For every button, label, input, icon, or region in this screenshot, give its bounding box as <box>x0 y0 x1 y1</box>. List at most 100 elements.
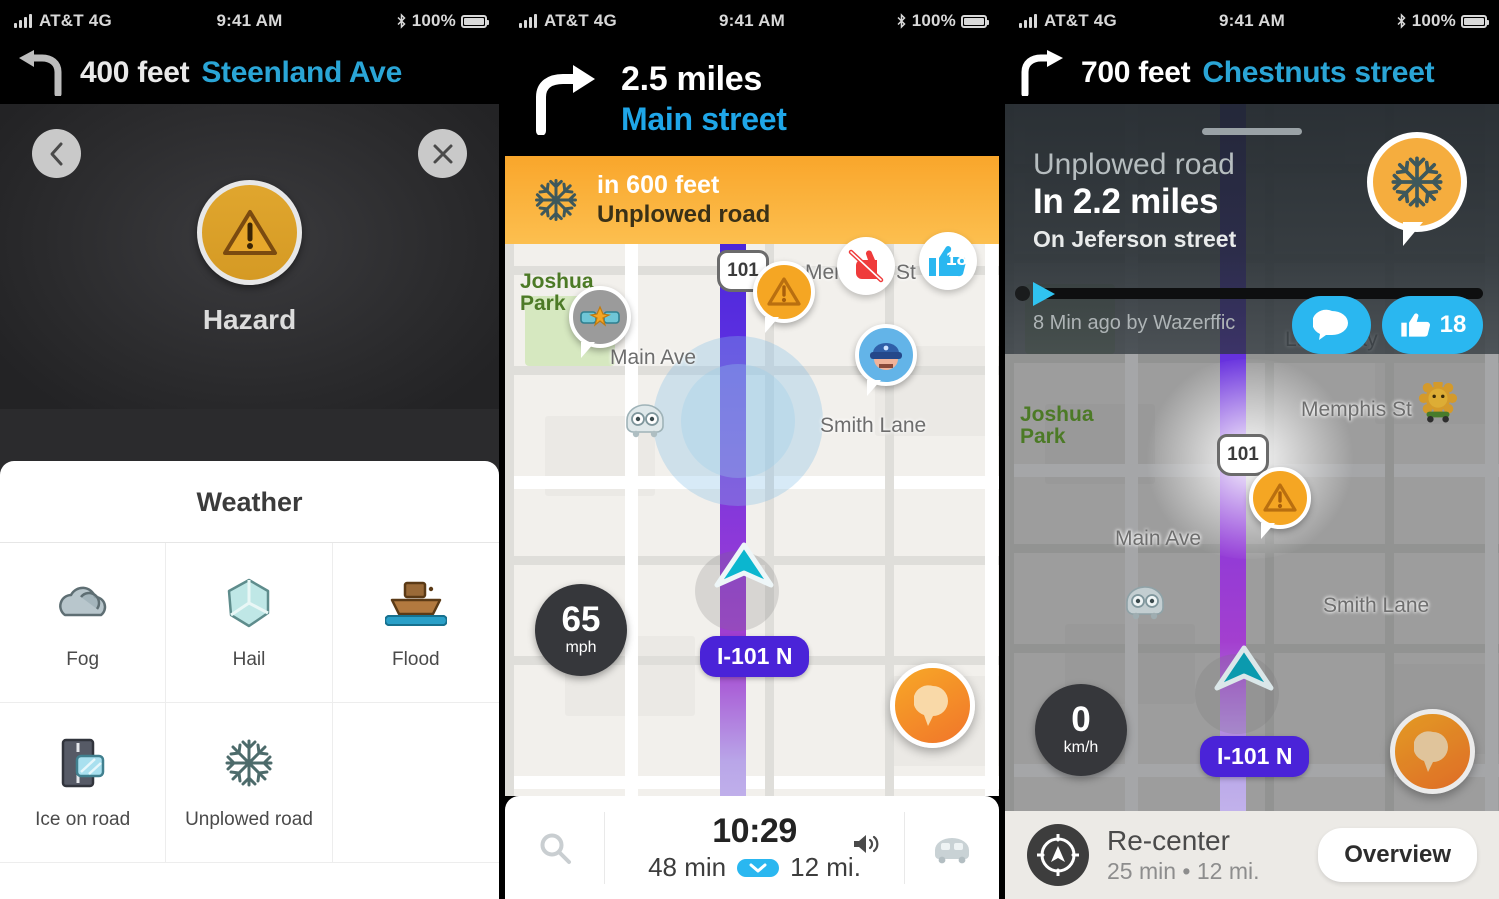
weather-sheet: Weather Fog Hail Flood Ice on road Unplo… <box>0 461 499 899</box>
route-badge: I-101 N <box>1200 736 1310 777</box>
hazard-triangle-icon <box>767 277 801 306</box>
eta-distance: 12 mi. <box>790 852 861 882</box>
battery-icon <box>461 14 489 28</box>
alert-banner-texts: in 600 feet Unplowed road <box>597 171 770 229</box>
weather-option-ice-on-road[interactable]: Ice on road <box>0 703 167 863</box>
bluetooth-icon <box>1397 13 1406 29</box>
speedometer: 65 mph <box>535 584 627 676</box>
alert-distance: in 600 feet <box>597 171 720 199</box>
thumbs-up-icon <box>1400 313 1430 337</box>
play-triangle-icon[interactable] <box>1033 282 1055 306</box>
alert-kind: Unplowed road <box>1033 148 1235 181</box>
speaker-button[interactable] <box>852 832 882 861</box>
flood-boat-icon <box>384 575 447 631</box>
crash-icon <box>580 305 620 327</box>
search-button[interactable] <box>505 811 605 884</box>
bottom-bar: 10:29 48 min 12 mi. <box>505 796 999 899</box>
battery-icon <box>961 14 989 28</box>
thumbs-up-count: 18 <box>946 249 968 270</box>
panel-report-weather: AT&T 4G 9:41 AM 100% 400 feet Steenland … <box>0 0 499 899</box>
highway-shield-101: 101 <box>1217 434 1269 476</box>
battery-icon <box>1461 14 1489 28</box>
turn-left-arrow-icon <box>19 50 62 96</box>
bottom-bar: Re-center 25 min • 12 mi. Overview <box>1005 811 1499 899</box>
status-bar: AT&T 4G 9:41 AM 100% <box>505 0 999 42</box>
report-button[interactable] <box>890 663 975 748</box>
report-pin-icon <box>913 684 948 726</box>
report-category: Hazard <box>0 180 499 336</box>
back-button[interactable] <box>32 129 81 178</box>
weather-option-label: Flood <box>392 648 440 670</box>
alert-pin-badge <box>1367 132 1467 246</box>
thumbs-up-button[interactable]: 18 <box>919 232 977 290</box>
hailstone-icon <box>224 575 274 631</box>
status-bar: AT&T 4G 9:41 AM 100% <box>1005 0 1499 42</box>
thumbs-up-count: 18 <box>1439 311 1467 338</box>
route-badge: I-101 N <box>700 636 810 677</box>
chevron-left-icon <box>50 142 62 165</box>
turn-right-arrow-icon <box>536 65 595 135</box>
battery-percent-label: 100% <box>911 11 956 30</box>
vehicle-marker <box>713 541 775 604</box>
snowflake-icon <box>535 179 577 221</box>
turn-right-arrow-icon <box>1021 50 1063 96</box>
ice-on-road-icon <box>55 735 111 791</box>
navigation-header: 700 feet Chestnuts street <box>1005 42 1499 104</box>
map-pin-police[interactable] <box>855 324 917 396</box>
chat-bubble-icon <box>1312 309 1348 340</box>
speaker-on-icon <box>854 835 879 853</box>
search-icon <box>540 833 571 864</box>
speed-value: 0 <box>1071 699 1091 739</box>
alert-banner[interactable]: in 600 feet Unplowed road <box>505 156 999 244</box>
three-panel-screenshot: AT&T 4G 9:41 AM 100% 400 feet Steenland … <box>0 0 1499 899</box>
report-button[interactable] <box>1390 709 1475 794</box>
status-bar: AT&T 4G 9:41 AM 100% <box>0 0 499 42</box>
eta-panel[interactable]: 10:29 48 min 12 mi. <box>605 812 904 883</box>
thumbs-up-button[interactable]: 18 <box>1382 296 1483 354</box>
nav-street: Chestnuts street <box>1202 56 1435 89</box>
map-pin-hazard[interactable] <box>1249 467 1311 539</box>
nav-text: 2.5 miles Main street <box>621 60 787 138</box>
overview-button[interactable]: Overview <box>1318 828 1477 882</box>
close-x-icon <box>433 144 452 163</box>
weather-option-fog[interactable]: Fog <box>0 543 167 703</box>
alert-meta: 8 Min ago by Wazerffic <box>1033 312 1236 334</box>
navigation-header: 2.5 miles Main street <box>505 42 999 156</box>
snowflake-icon <box>1391 156 1443 208</box>
thumbs-down-crossed-icon <box>848 249 884 283</box>
expand-chip[interactable] <box>737 858 780 877</box>
recenter-button[interactable] <box>1027 824 1089 886</box>
weather-options-grid: Fog Hail Flood Ice on road Unplowed road <box>0 542 499 863</box>
recenter-texts: Re-center 25 min • 12 mi. <box>1107 825 1260 885</box>
nav-distance: 400 feet <box>80 56 190 89</box>
vehicle-marker <box>1213 644 1275 707</box>
nav-distance: 700 feet <box>1081 56 1191 89</box>
panel-alert-detail: AT&T 4G 9:41 AM 100% 700 feet Chestnuts … <box>1005 0 1499 899</box>
weather-option-flood[interactable]: Flood <box>332 543 499 703</box>
cancel-button[interactable]: Cancel <box>0 863 499 899</box>
bluetooth-icon <box>897 13 906 29</box>
weather-option-hail[interactable]: Hail <box>166 543 333 703</box>
drag-handle[interactable] <box>1202 128 1302 135</box>
speed-unit: km/h <box>1063 739 1099 757</box>
fog-cloud-icon <box>51 575 115 631</box>
hazard-label: Hazard <box>202 304 297 335</box>
speed-value: 65 <box>561 599 601 639</box>
close-button[interactable] <box>418 129 467 178</box>
alert-distance: In 2.2 miles <box>1033 182 1219 221</box>
nav-street: Main street <box>621 101 787 137</box>
map-pin-crash[interactable] <box>569 286 631 358</box>
nav-text: 400 feet Steenland Ave <box>80 56 402 90</box>
not-there-button[interactable] <box>837 237 895 295</box>
map-waze-face <box>623 404 667 443</box>
weather-option-label: Fog <box>66 648 100 670</box>
speed-unit: mph <box>565 639 597 657</box>
report-screen: Hazard Weather Fog Hail Flood Ice on roa… <box>0 104 499 899</box>
map-pin-hazard[interactable] <box>753 261 815 333</box>
weather-option-unplowed-road[interactable]: Unplowed road <box>166 703 333 863</box>
chat-button[interactable] <box>1292 296 1371 354</box>
park-label: Joshua Park <box>1020 403 1094 449</box>
alert-pulse-halo-inner <box>681 364 795 478</box>
car-button[interactable] <box>904 811 999 884</box>
report-header-area: Hazard <box>0 104 499 409</box>
